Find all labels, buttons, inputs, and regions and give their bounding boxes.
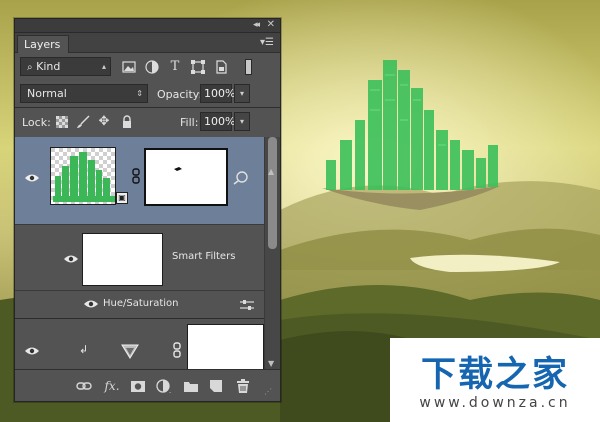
chevron-updown-icon: ▴ — [101, 62, 106, 71]
add-layer-style-fx-button[interactable]: fx. — [101, 378, 123, 394]
visibility-eye-icon[interactable] — [24, 173, 40, 183]
smart-filters-label: Smart Filters — [172, 251, 236, 262]
svg-text:.: . — [169, 387, 171, 394]
layers-panel-footer: fx. . ⋰ — [15, 369, 280, 401]
hue-saturation-label: Hue/Saturation — [103, 298, 179, 309]
layer-list-scrollbar[interactable]: ▲ ▼ — [264, 137, 280, 371]
mask-thumbnail-image — [174, 167, 182, 171]
smart-filter-link-icon[interactable] — [233, 171, 249, 185]
panel-header-bar: ◂◂ ✕ — [15, 19, 280, 33]
chain-link-icon[interactable] — [172, 342, 182, 358]
watermark-logo: 下载之家 www.downza.cn — [390, 338, 600, 422]
filter-kind-dropdown[interactable]: ⌕ Kind ▴ — [20, 57, 111, 76]
filter-toggle-switch[interactable] — [245, 59, 252, 75]
scrollbar-thumb[interactable] — [268, 137, 277, 249]
collapse-panel-icon[interactable]: ◂◂ — [253, 20, 260, 30]
layer-row-city-smart-object[interactable]: ▣ — [15, 137, 264, 225]
lock-label: Lock: — [22, 116, 51, 129]
type-filter-icon[interactable]: T — [167, 59, 183, 75]
add-layer-mask-icon[interactable] — [130, 378, 146, 394]
panel-menu-icon[interactable]: ▾☰ — [260, 37, 274, 48]
layer-row-adjustment[interactable]: ↲ — [15, 319, 264, 371]
delete-layer-trash-icon[interactable] — [235, 378, 251, 394]
filter-kind-value: Kind — [36, 60, 61, 73]
adjustment-filter-icon[interactable] — [144, 59, 160, 75]
blend-mode-dropdown[interactable]: Normal ⇕ — [20, 84, 148, 103]
layer-filter-row: ⌕ Kind ▴ T — [15, 53, 280, 80]
smart-object-badge-icon: ▣ — [116, 192, 128, 204]
smart-filters-row[interactable]: Smart Filters — [15, 225, 264, 291]
chevron-updown-icon: ⇕ — [136, 89, 143, 98]
visibility-eye-icon[interactable] — [24, 346, 40, 356]
new-layer-icon[interactable] — [208, 378, 224, 394]
layer-mask-thumbnail[interactable] — [144, 148, 228, 206]
new-group-folder-icon[interactable] — [183, 378, 199, 394]
watermark-title: 下载之家 — [420, 355, 569, 395]
filter-blending-options-icon[interactable] — [239, 299, 255, 311]
opacity-slider-dropdown[interactable]: ▾ — [234, 84, 250, 103]
smart-object-filter-icon[interactable] — [213, 59, 229, 75]
layer-list: ▣ Smart Filters Hue/Saturation ↲ — [15, 137, 264, 371]
filter-row-hue-saturation[interactable]: Hue/Saturation — [15, 291, 264, 319]
image-filter-icon[interactable] — [121, 59, 137, 75]
smart-filter-mask-thumbnail[interactable] — [82, 233, 163, 286]
search-icon: ⌕ — [27, 62, 33, 73]
visibility-eye-icon[interactable] — [63, 254, 79, 264]
scroll-up-arrow-icon[interactable]: ▲ — [268, 167, 274, 176]
fill-label: Fill: — [180, 116, 199, 129]
watermark-url: www.downza.cn — [419, 395, 571, 411]
tab-layers[interactable]: Layers — [17, 35, 69, 53]
city-thumbnail-image — [51, 148, 115, 204]
lock-fill-row: Lock: ✥ Fill: 100% ▾ — [15, 108, 280, 135]
panel-tab-bar: Layers ▾☰ — [15, 33, 280, 53]
blend-opacity-row: Normal ⇕ Opacity: 100% ▾ — [15, 80, 280, 107]
opacity-input[interactable]: 100% — [200, 84, 235, 103]
lock-all-icon[interactable] — [119, 114, 135, 130]
opacity-label: Opacity: — [157, 88, 203, 101]
chain-link-icon[interactable] — [131, 168, 141, 184]
new-adjustment-layer-icon[interactable]: . — [155, 378, 173, 394]
gradient-map-adjustment-icon[interactable] — [121, 343, 139, 359]
fill-input[interactable]: 100% — [200, 112, 235, 131]
resize-grip-icon[interactable]: ⋰ — [264, 384, 272, 400]
lock-image-pixels-brush-icon[interactable] — [75, 114, 91, 130]
close-icon[interactable]: ✕ — [267, 19, 275, 30]
scroll-down-arrow-icon[interactable]: ▼ — [268, 359, 274, 368]
blend-mode-value: Normal — [27, 87, 67, 100]
visibility-eye-icon[interactable] — [83, 299, 99, 309]
shape-filter-icon[interactable] — [190, 59, 206, 75]
lock-position-move-icon[interactable]: ✥ — [96, 114, 112, 130]
link-layers-icon[interactable] — [76, 378, 92, 394]
clipping-arrow-icon: ↲ — [79, 343, 89, 356]
layer-thumbnail-city[interactable] — [50, 147, 116, 205]
layers-panel: ◂◂ ✕ Layers ▾☰ ⌕ Kind ▴ T Normal ⇕ Opaci… — [14, 18, 281, 402]
fill-slider-dropdown[interactable]: ▾ — [234, 112, 250, 131]
lock-transparent-pixels-icon[interactable] — [54, 114, 70, 130]
adjustment-mask-thumbnail[interactable] — [187, 324, 264, 371]
fx-label: fx — [104, 379, 116, 393]
